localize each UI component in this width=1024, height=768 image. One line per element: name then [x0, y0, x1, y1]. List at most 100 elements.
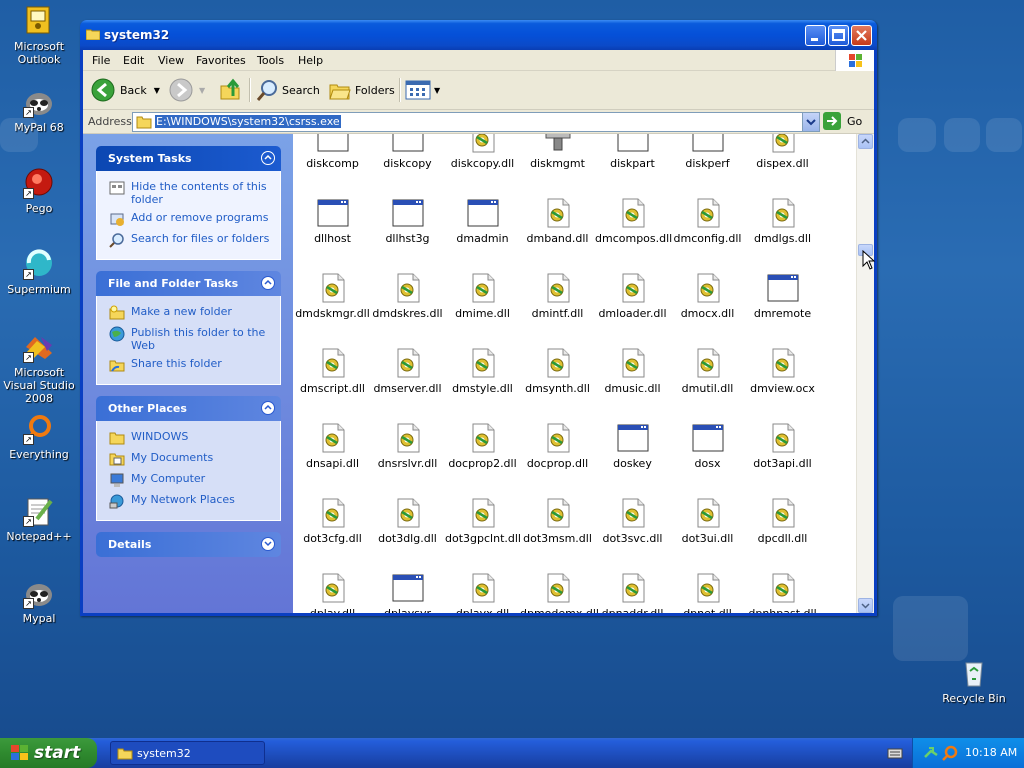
menu-view[interactable]: View — [158, 54, 184, 67]
file-item[interactable]: dplayx.dll — [445, 572, 520, 613]
file-item[interactable]: dot3cfg.dll — [295, 497, 370, 545]
place-my-network-places[interactable]: My Network Places — [109, 493, 272, 509]
file-item[interactable]: dmdskmgr.dll — [295, 272, 370, 320]
file-item[interactable]: dosx — [670, 422, 745, 470]
address-input[interactable]: E:\WINDOWS\system32\csrss.exe — [132, 112, 820, 132]
file-item[interactable]: dplay.dll — [295, 572, 370, 613]
panel-header[interactable]: Other Places — [96, 396, 281, 421]
file-item[interactable]: dllhost — [295, 197, 370, 245]
file-item[interactable]: dmusic.dll — [595, 347, 670, 395]
file-item[interactable]: diskcopy — [370, 134, 445, 170]
desktop-icon-supermium[interactable]: ↗ Supermium — [0, 248, 78, 296]
panel-header[interactable]: Details — [96, 532, 281, 557]
chevron-up-icon[interactable] — [261, 151, 275, 165]
scroll-up-button[interactable] — [858, 134, 873, 149]
keyboard-icon[interactable] — [887, 747, 903, 759]
chevron-up-icon[interactable] — [261, 276, 275, 290]
scroll-down-button[interactable] — [858, 598, 873, 613]
taskbar-button-system32[interactable]: system32 — [110, 741, 265, 765]
menu-file[interactable]: File — [92, 54, 110, 67]
place-windows[interactable]: WINDOWS — [109, 430, 272, 446]
menu-help[interactable]: Help — [298, 54, 323, 67]
file-item[interactable]: dot3msm.dll — [520, 497, 595, 545]
up-folder-button[interactable] — [219, 76, 243, 104]
task-hide-contents[interactable]: Hide the contents of this folder — [109, 180, 272, 206]
file-item[interactable]: dmconfig.dll — [670, 197, 745, 245]
file-item[interactable]: dpnet.dll — [670, 572, 745, 613]
everything-tray-icon[interactable] — [942, 745, 958, 761]
menu-edit[interactable]: Edit — [123, 54, 144, 67]
file-item[interactable]: dot3api.dll — [745, 422, 820, 470]
file-item[interactable]: dmcompos.dll — [595, 197, 672, 245]
close-button[interactable] — [851, 25, 872, 46]
place-my-documents[interactable]: My Documents — [109, 451, 272, 467]
desktop-icon-outlook[interactable]: Microsoft Outlook — [0, 5, 78, 66]
back-button[interactable]: Back ▼ — [91, 76, 160, 104]
desktop-icon-pego[interactable]: ↗ Pego — [0, 167, 78, 215]
file-item[interactable]: dpcdll.dll — [745, 497, 820, 545]
desktop-icon-visual-studio[interactable]: ↗ Microsoft Visual Studio 2008 — [0, 331, 78, 405]
chevron-down-icon[interactable]: ▼ — [154, 86, 160, 95]
file-item[interactable]: dmloader.dll — [595, 272, 670, 320]
file-item[interactable]: dmime.dll — [445, 272, 520, 320]
go-button[interactable]: Go — [823, 112, 862, 130]
panel-header[interactable]: File and Folder Tasks — [96, 271, 281, 296]
file-item[interactable]: dmstyle.dll — [445, 347, 520, 395]
window-titlebar[interactable]: system32 — [80, 20, 877, 50]
chevron-up-icon[interactable] — [261, 401, 275, 415]
chevron-down-icon[interactable]: ▼ — [434, 86, 440, 95]
file-item[interactable]: dmview.ocx — [745, 347, 820, 395]
vertical-scrollbar[interactable] — [856, 134, 874, 613]
file-item[interactable]: dmband.dll — [520, 197, 595, 245]
place-my-computer[interactable]: My Computer — [109, 472, 272, 488]
file-item[interactable]: dmremote — [745, 272, 820, 320]
desktop-icon-mypal68[interactable]: ↗ MyPal 68 — [0, 86, 78, 134]
file-item[interactable]: dmscript.dll — [295, 347, 370, 395]
file-item[interactable]: diskcopy.dll — [445, 134, 520, 170]
file-item[interactable]: diskpart — [595, 134, 670, 170]
file-item[interactable]: dmdlgs.dll — [745, 197, 820, 245]
file-item[interactable]: dmocx.dll — [670, 272, 745, 320]
chevron-down-icon[interactable] — [261, 537, 275, 551]
file-item[interactable]: dmsynth.dll — [520, 347, 595, 395]
network-tray-icon[interactable] — [923, 745, 939, 761]
start-button[interactable]: start — [0, 738, 97, 768]
file-item[interactable]: docprop2.dll — [445, 422, 520, 470]
task-share-folder[interactable]: Share this folder — [109, 357, 272, 373]
file-item[interactable]: dot3dlg.dll — [370, 497, 445, 545]
menu-tools[interactable]: Tools — [257, 54, 284, 67]
file-item[interactable]: dmdskres.dll — [370, 272, 445, 320]
file-item[interactable]: dot3gpclnt.dll — [445, 497, 521, 545]
file-item[interactable]: dmserver.dll — [370, 347, 445, 395]
file-item[interactable]: dpnhpast.dll — [745, 572, 820, 613]
desktop-icon-mypal[interactable]: ↗ Mypal — [0, 577, 78, 625]
file-item[interactable]: dmintf.dll — [520, 272, 595, 320]
views-button[interactable]: ▼ — [405, 76, 440, 104]
file-item[interactable]: dnsapi.dll — [295, 422, 370, 470]
file-item[interactable]: diskperf — [670, 134, 745, 170]
file-item[interactable]: docprop.dll — [520, 422, 595, 470]
file-list-view[interactable]: diskcomp diskcopy diskcopy.dll diskmgmt disk… — [293, 134, 857, 613]
file-item[interactable]: dpnaddr.dll — [595, 572, 670, 613]
file-item[interactable]: dnsrslvr.dll — [370, 422, 445, 470]
file-item[interactable]: dmadmin — [445, 197, 520, 245]
panel-header[interactable]: System Tasks — [96, 146, 281, 171]
file-item[interactable]: diskcomp — [295, 134, 370, 170]
file-item[interactable]: dot3ui.dll — [670, 497, 745, 545]
file-item[interactable]: dmutil.dll — [670, 347, 745, 395]
desktop-icon-recycle-bin[interactable]: Recycle Bin — [935, 657, 1013, 705]
file-item[interactable]: dllhst3g — [370, 197, 445, 245]
chevron-down-icon[interactable]: ▼ — [199, 86, 205, 95]
task-add-remove-programs[interactable]: Add or remove programs — [109, 211, 272, 227]
file-item[interactable]: dpmodemx.dll — [520, 572, 599, 613]
task-make-new-folder[interactable]: Make a new folder — [109, 305, 272, 321]
menu-favorites[interactable]: Favorites — [196, 54, 246, 67]
search-button[interactable]: Search — [255, 76, 320, 104]
file-item[interactable]: dispex.dll — [745, 134, 820, 170]
forward-button[interactable]: ▼ — [169, 76, 205, 104]
file-item[interactable]: doskey — [595, 422, 670, 470]
file-item[interactable]: dplaysvr — [370, 572, 445, 613]
file-item[interactable]: dot3svc.dll — [595, 497, 670, 545]
minimize-button[interactable] — [805, 25, 826, 46]
task-publish-web[interactable]: Publish this folder to the Web — [109, 326, 272, 352]
